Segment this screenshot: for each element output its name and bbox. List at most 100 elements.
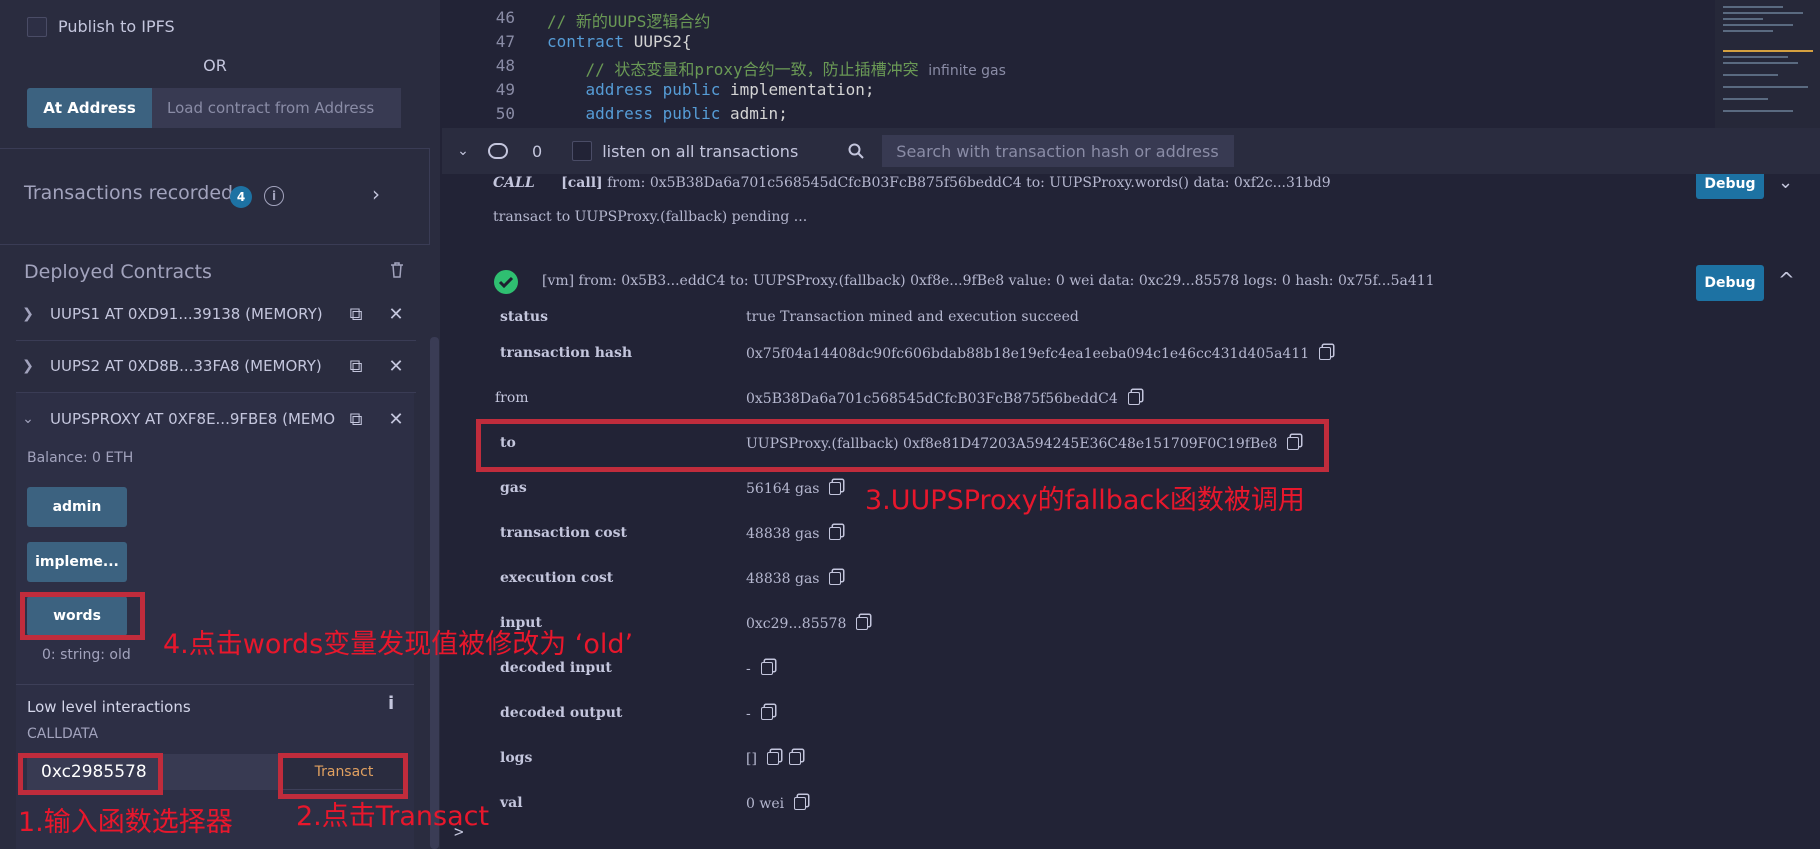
row-value-from: 0x5B38Da6a701c568545dCfcB03FcB875f56bedd…	[746, 390, 1140, 407]
annotation-box-transact	[278, 753, 408, 799]
copy-icon[interactable]	[766, 752, 779, 765]
code-line: address public admin;	[547, 104, 788, 123]
annotation-step1: 1.输入函数选择器	[18, 807, 233, 838]
copy-icon[interactable]	[794, 797, 807, 810]
copy-icon[interactable]	[1127, 392, 1140, 405]
row-label-decoded-input: decoded input	[500, 660, 612, 676]
row-label-gas: gas	[500, 480, 527, 496]
annotation-box-calldata	[18, 753, 163, 795]
copy-icon[interactable]	[760, 662, 773, 675]
chevron-right-icon[interactable]: ›	[372, 182, 380, 206]
code-line: // 新的UUPS逻辑合约	[547, 12, 711, 31]
chevron-double-down-icon[interactable]: ⌄	[452, 143, 474, 159]
at-address-button[interactable]: At Address	[27, 88, 152, 128]
row-value-gas: 56164 gas	[746, 480, 842, 497]
transactions-recorded-section[interactable]: Transactions recorded 4 i ›	[0, 149, 430, 244]
deployed-contracts-title: Deployed Contracts	[24, 261, 212, 283]
copy-icon[interactable]	[760, 707, 773, 720]
copy-icon[interactable]	[1319, 347, 1332, 360]
search-input[interactable]: Search with transaction hash or address	[882, 135, 1235, 167]
words-result: 0: string: old	[42, 647, 131, 663]
close-icon[interactable]: ✕	[376, 304, 416, 325]
code-line: address public implementation;	[547, 80, 875, 99]
row-value-transaction-hash: 0x75f04a14408dc90fc606bdab88b18e19efc4ea…	[746, 345, 1332, 362]
row-value-status: true Transaction mined and execution suc…	[746, 309, 1079, 325]
info-icon[interactable]: i	[264, 186, 284, 206]
admin-button[interactable]: admin	[27, 487, 127, 527]
copy-icon[interactable]	[829, 527, 842, 540]
row-label-logs: logs	[500, 750, 533, 766]
line-number: 49	[495, 80, 515, 99]
or-label: OR	[203, 56, 227, 75]
implementation-button[interactable]: impleme...	[27, 542, 127, 582]
code-line: // 状态变量和proxy合约一致，防止插槽冲突 infinite gas	[547, 60, 1006, 79]
close-icon[interactable]: ✕	[376, 356, 416, 377]
annotation-step4: 4.点击words变量发现值被修改为 ‘old’	[163, 629, 634, 660]
row-value-logs: []	[746, 750, 801, 767]
code-editor[interactable]: 46 // 新的UUPS逻辑合约 47 contract UUPS2{ 48 /…	[442, 0, 1820, 128]
row-label-transaction-hash: transaction hash	[500, 345, 633, 361]
line-number: 47	[495, 32, 515, 51]
success-check-icon	[494, 270, 518, 294]
row-value-val: 0 wei	[746, 795, 807, 812]
row-label-status: status	[500, 309, 548, 325]
contract-label: UUPS2 AT 0XD8B...33FA8 (MEMORY)	[50, 357, 322, 375]
copy-icon[interactable]	[829, 572, 842, 585]
listen-label: listen on all transactions	[602, 141, 799, 161]
annotation-box-to-row	[476, 419, 1329, 472]
balance-label: Balance: 0 ETH	[27, 450, 134, 466]
info-icon[interactable]: i	[388, 693, 394, 714]
row-value-transaction-cost: 48838 gas	[746, 525, 842, 542]
contract-row-uups1[interactable]: ❯ UUPS1 AT 0XD91...39138 (MEMORY) ⧉ ✕	[16, 288, 416, 340]
publish-ipfs-checkbox[interactable]	[27, 17, 47, 37]
copy-icon[interactable]	[829, 482, 842, 495]
copy-icon[interactable]	[788, 752, 801, 765]
contract-label: UUPSPROXY AT 0XF8E...9FBE8 (MEMO	[50, 410, 336, 428]
pending-log-line: transact to UUPSProxy.(fallback) pending…	[493, 209, 808, 225]
row-label-transaction-cost: transaction cost	[500, 525, 627, 541]
chevron-down-icon[interactable]: ⌄	[16, 411, 40, 427]
copy-icon[interactable]: ⧉	[336, 356, 376, 377]
left-scrollbar[interactable]	[430, 337, 439, 849]
row-value-execution-cost: 48838 gas	[746, 570, 842, 587]
editor-minimap[interactable]	[1715, 0, 1820, 128]
publish-ipfs-label: Publish to IPFS	[58, 17, 175, 36]
vm-log-line[interactable]: [vm] from: 0x5B3...eddC4 to: UUPSProxy.(…	[542, 273, 1435, 289]
search-icon	[848, 143, 864, 159]
chevron-right-icon[interactable]: ❯	[16, 358, 40, 374]
clear-icon[interactable]	[488, 143, 508, 159]
annotation-box-words	[20, 592, 145, 640]
row-value-input: 0xc29...85578	[746, 615, 869, 632]
calldata-label: CALLDATA	[27, 726, 99, 742]
chevron-down-icon[interactable]: ⌄	[1778, 174, 1793, 193]
contract-label: UUPS1 AT 0XD91...39138 (MEMORY)	[50, 305, 323, 323]
copy-icon[interactable]: ⧉	[336, 409, 376, 430]
pending-count: 0	[532, 141, 543, 161]
row-value-decoded-output: -	[746, 705, 773, 722]
line-number: 48	[495, 56, 515, 75]
code-line: contract UUPS2{	[547, 32, 692, 51]
call-log-line: CALL [call] from: 0x5B38Da6a701c568545dC…	[493, 175, 1331, 191]
load-contract-input[interactable]: Load contract from Address	[152, 88, 401, 128]
copy-icon[interactable]	[856, 617, 869, 630]
annotation-step3: 3.UUPSProxy的fallback函数被调用	[865, 485, 1305, 516]
contract-row-uupsproxy[interactable]: ⌄ UUPSPROXY AT 0XF8E...9FBE8 (MEMO ⧉ ✕	[16, 393, 416, 445]
chevron-right-icon[interactable]: ❯	[16, 306, 40, 322]
chevron-up-icon[interactable]: ^	[1778, 268, 1795, 292]
listen-checkbox[interactable]	[572, 141, 593, 161]
debug-button[interactable]: Debug	[1696, 174, 1764, 199]
trash-icon[interactable]	[390, 262, 404, 278]
line-number: 46	[495, 8, 515, 27]
debug-button[interactable]: Debug	[1696, 265, 1764, 301]
line-number: 50	[495, 104, 515, 123]
close-icon[interactable]: ✕	[376, 409, 416, 430]
annotation-step2: 2.点击Transact	[296, 801, 490, 832]
row-label-execution-cost: execution cost	[500, 570, 614, 586]
terminal-toolbar: ⌄ 0 listen on all transactions Search wi…	[442, 128, 1820, 174]
copy-icon[interactable]: ⧉	[336, 304, 376, 325]
transactions-count-badge: 4	[230, 186, 252, 208]
row-value-decoded-input: -	[746, 660, 773, 677]
low-level-title: Low level interactions	[27, 698, 191, 716]
contract-row-uups2[interactable]: ❯ UUPS2 AT 0XD8B...33FA8 (MEMORY) ⧉ ✕	[16, 340, 416, 392]
transactions-recorded-label: Transactions recorded	[24, 182, 234, 204]
